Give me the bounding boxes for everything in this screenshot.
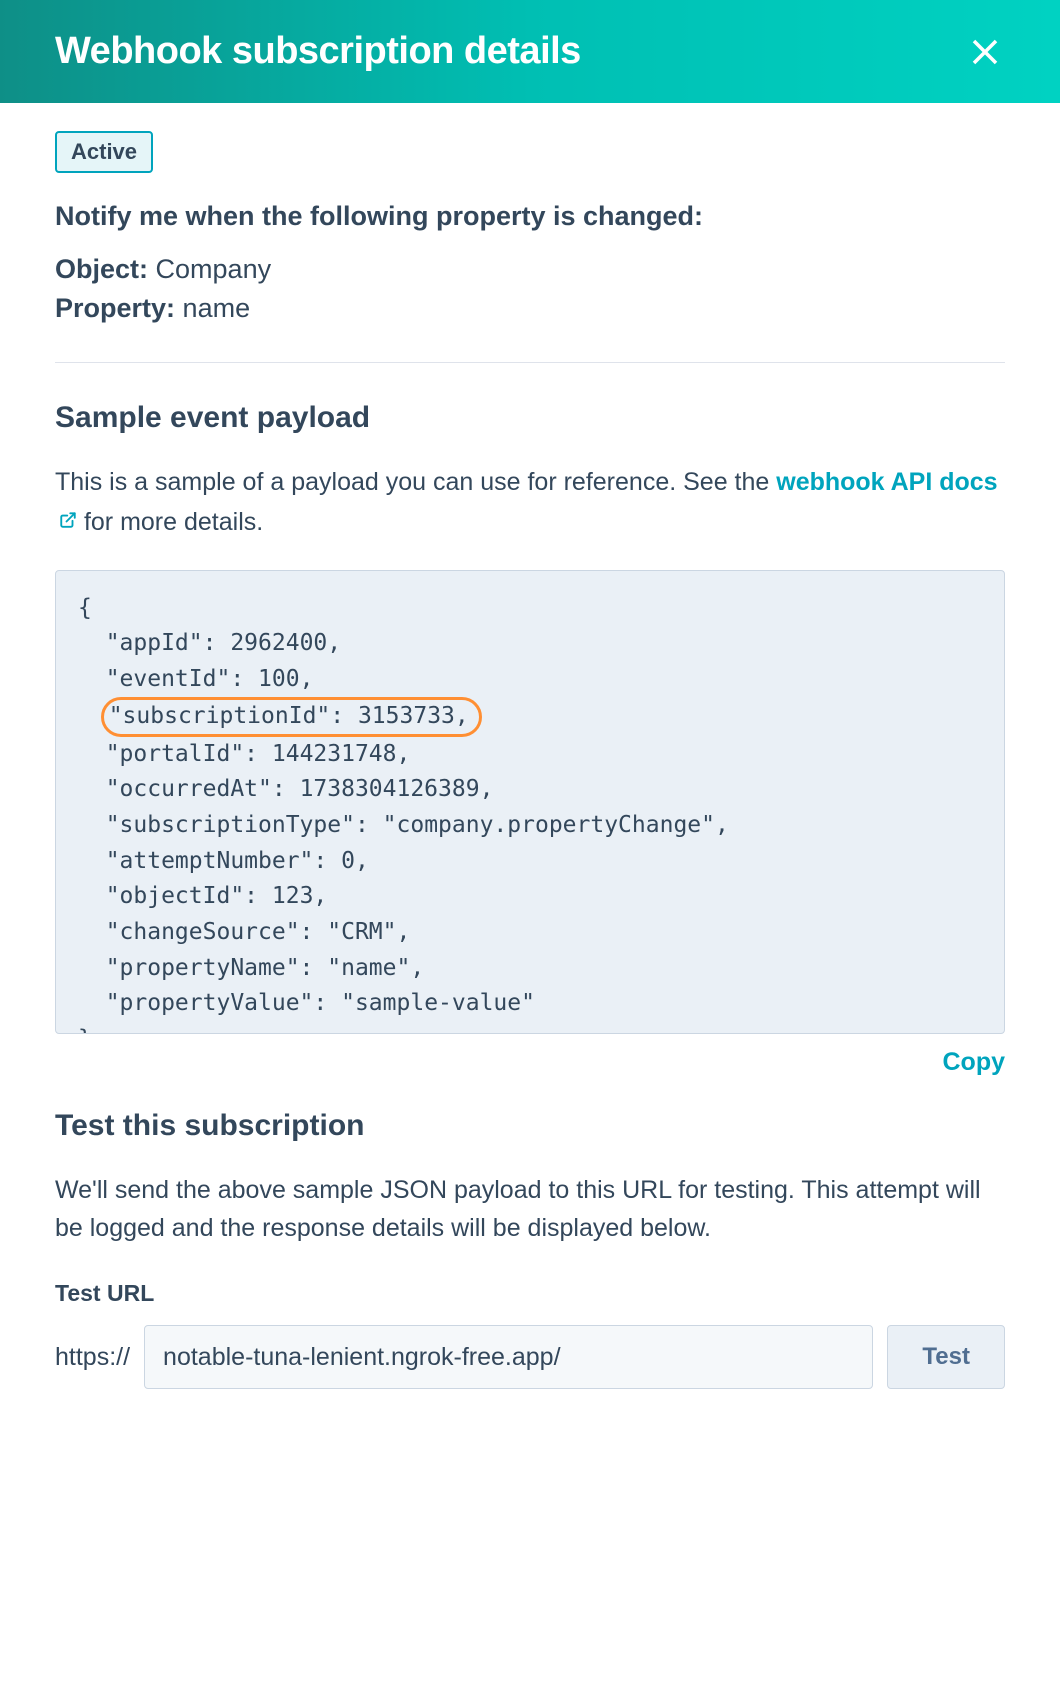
payload-portalId: 144231748 bbox=[272, 741, 397, 767]
close-button[interactable] bbox=[965, 32, 1005, 72]
modal-content: Active Notify me when the following prop… bbox=[0, 103, 1060, 1429]
highlighted-subscription-id: "subscriptionId": 3153733, bbox=[101, 697, 482, 736]
modal-header: Webhook subscription details bbox=[0, 0, 1060, 103]
link-text: webhook API docs bbox=[776, 468, 997, 496]
test-description: We'll send the above sample JSON payload… bbox=[55, 1171, 1005, 1249]
payload-subscriptionId: 3153733 bbox=[358, 703, 455, 729]
payload-appId: 2962400 bbox=[230, 630, 327, 656]
test-button[interactable]: Test bbox=[887, 1325, 1005, 1389]
test-url-label: Test URL bbox=[55, 1280, 1005, 1307]
payload-changeSource: CRM bbox=[341, 919, 383, 945]
close-icon bbox=[970, 37, 1000, 67]
payload-objectId: 123 bbox=[272, 883, 314, 909]
property-label: Property: bbox=[55, 293, 175, 323]
copy-button[interactable]: Copy bbox=[943, 1048, 1006, 1076]
sample-description: This is a sample of a payload you can us… bbox=[55, 463, 1005, 542]
payload-propertyName: name bbox=[341, 955, 396, 981]
sample-desc-suffix: for more details. bbox=[84, 508, 263, 536]
payload-propertyValue: sample-value bbox=[355, 990, 521, 1016]
object-value: Company bbox=[156, 254, 272, 284]
external-link-icon bbox=[59, 502, 77, 541]
copy-bar: Copy bbox=[55, 1048, 1005, 1077]
payload-pre: { "appId": 2962400, "eventId": 100, "sub… bbox=[78, 591, 982, 1034]
divider bbox=[55, 362, 1005, 363]
sample-title: Sample event payload bbox=[55, 401, 1005, 435]
payload-attemptNumber: 0 bbox=[341, 848, 355, 874]
test-url-row: https:// Test bbox=[55, 1325, 1005, 1389]
object-label: Object: bbox=[55, 254, 148, 284]
payload-eventId: 100 bbox=[258, 666, 300, 692]
sample-desc-prefix: This is a sample of a payload you can us… bbox=[55, 468, 776, 496]
test-url-input[interactable] bbox=[144, 1325, 873, 1389]
test-title: Test this subscription bbox=[55, 1109, 1005, 1143]
payload-occurredAt: 1738304126389 bbox=[300, 776, 480, 802]
status-badge: Active bbox=[55, 131, 153, 173]
notify-heading: Notify me when the following property is… bbox=[55, 201, 1005, 232]
property-value: name bbox=[183, 293, 251, 323]
modal-title: Webhook subscription details bbox=[55, 30, 581, 73]
object-line: Object: Company bbox=[55, 254, 1005, 285]
property-line: Property: name bbox=[55, 293, 1005, 324]
url-prefix: https:// bbox=[55, 1343, 130, 1372]
payload-subscriptionType: company.propertyChange bbox=[397, 812, 702, 838]
payload-code-block: { "appId": 2962400, "eventId": 100, "sub… bbox=[55, 570, 1005, 1034]
